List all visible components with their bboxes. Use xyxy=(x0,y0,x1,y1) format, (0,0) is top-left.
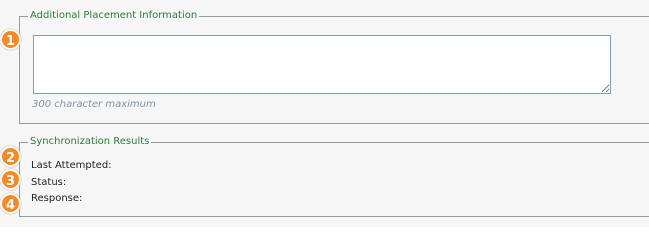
callout-badge-4: 4 xyxy=(0,193,21,214)
placement-info-textarea-wrapper xyxy=(33,35,611,94)
synchronization-results-group: Synchronization Results xyxy=(19,136,649,217)
additional-placement-info-legend: Additional Placement Information xyxy=(30,10,198,21)
status-label: Status: xyxy=(31,177,67,188)
response-label: Response: xyxy=(31,193,83,204)
callout-badge-2: 2 xyxy=(0,146,21,167)
callout-badge-3: 3 xyxy=(0,169,21,190)
synchronization-results-legend: Synchronization Results xyxy=(30,136,150,147)
placement-info-textarea[interactable] xyxy=(33,35,611,94)
last-attempted-label: Last Attempted: xyxy=(31,160,112,171)
char-limit-note: 300 character maximum xyxy=(32,99,156,110)
callout-badge-1: 1 xyxy=(0,29,21,50)
